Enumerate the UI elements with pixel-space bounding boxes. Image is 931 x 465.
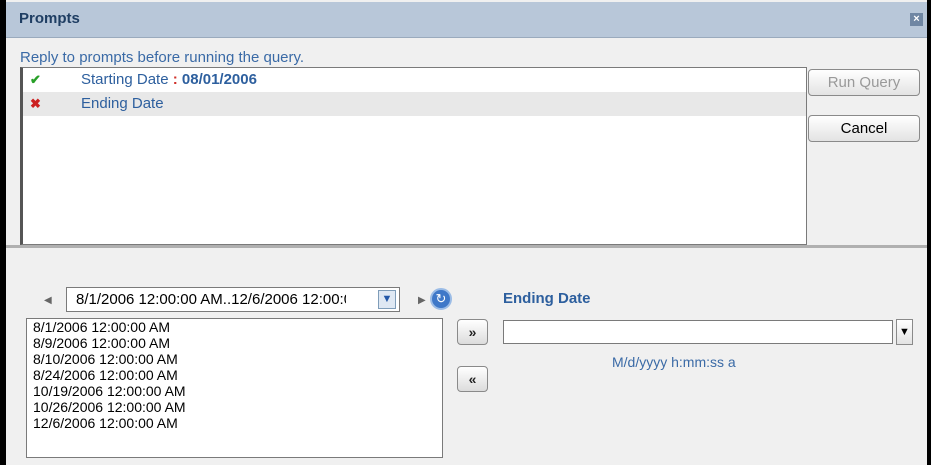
previous-page-icon[interactable]: ◀ <box>44 295 52 306</box>
list-item[interactable]: 8/9/2006 12:00:00 AM <box>27 335 442 351</box>
prompt-label: Starting Date <box>81 71 169 88</box>
add-value-button[interactable]: » <box>457 319 488 345</box>
dialog-title: Prompts <box>19 10 80 27</box>
next-page-icon[interactable]: ▶ <box>418 295 426 306</box>
prompt-list: ✔ Starting Date : 08/01/2006 ✖ Ending Da… <box>20 67 807 245</box>
chevron-down-icon[interactable]: ▼ <box>378 290 396 309</box>
ending-date-dropdown-button[interactable]: ▼ <box>896 319 913 345</box>
list-item[interactable]: 10/19/2006 12:00:00 AM <box>27 383 442 399</box>
ending-date-label: Ending Date <box>503 290 591 307</box>
prompt-instructions: Reply to prompts before running the quer… <box>20 49 305 66</box>
panel-divider <box>6 245 927 248</box>
check-icon: ✔ <box>30 72 41 87</box>
value-range-select[interactable]: 8/1/2006 12:00:00 AM..12/6/2006 12:00:00… <box>66 287 400 312</box>
list-item[interactable]: 8/1/2006 12:00:00 AM <box>27 319 442 335</box>
ending-date-input[interactable] <box>503 320 893 344</box>
title-bar: Prompts × <box>6 2 927 38</box>
cancel-button[interactable]: Cancel <box>808 115 920 142</box>
close-icon[interactable]: × <box>910 13 923 26</box>
prompt-label: Ending Date <box>81 95 164 112</box>
prompt-separator: : <box>172 71 178 88</box>
run-query-button[interactable]: Run Query <box>808 69 920 96</box>
available-values-list[interactable]: 8/1/2006 12:00:00 AM 8/9/2006 12:00:00 A… <box>26 318 443 458</box>
prompt-row-starting-date[interactable]: ✔ Starting Date : 08/01/2006 <box>23 68 806 92</box>
value-range-text: 8/1/2006 12:00:00 AM..12/6/2006 12:00:00… <box>76 291 346 308</box>
remove-value-button[interactable]: « <box>457 366 488 392</box>
list-item[interactable]: 8/10/2006 12:00:00 AM <box>27 351 442 367</box>
list-item[interactable]: 8/24/2006 12:00:00 AM <box>27 367 442 383</box>
list-item[interactable]: 10/26/2006 12:00:00 AM <box>27 399 442 415</box>
prompt-row-ending-date[interactable]: ✖ Ending Date <box>23 92 806 116</box>
date-format-hint: M/d/yyyy h:mm:ss a <box>612 354 736 370</box>
refresh-icon[interactable]: ↻ <box>430 288 452 310</box>
cross-icon: ✖ <box>30 96 41 111</box>
prompt-value: 08/01/2006 <box>181 71 257 88</box>
list-item[interactable]: 12/6/2006 12:00:00 AM <box>27 415 442 431</box>
